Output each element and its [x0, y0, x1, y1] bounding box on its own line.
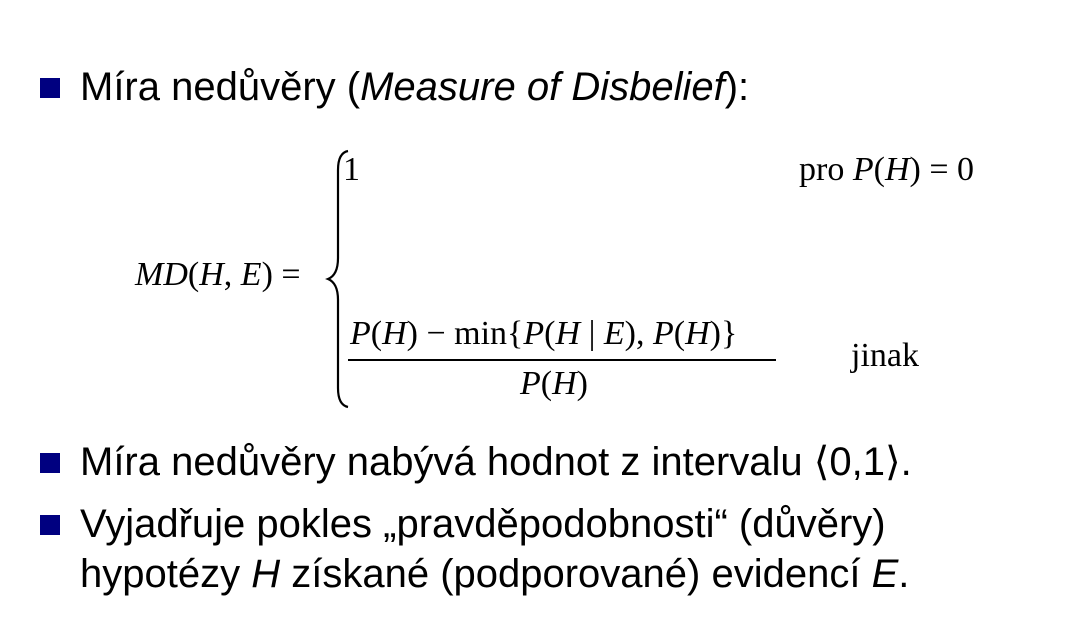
- case1-condition: pro P(H) = 0: [799, 151, 974, 189]
- lhs-h: H: [199, 256, 224, 293]
- num-po1: (: [370, 315, 383, 352]
- num-po2: (: [544, 315, 556, 352]
- num-p2: P: [523, 315, 545, 352]
- formula-lhs: MD(H, E) =: [135, 256, 301, 294]
- num-min: ) − min{: [406, 315, 524, 352]
- lhs-e: E: [240, 256, 262, 293]
- bullet-text-interval: Míra nedůvěry nabývá hodnot z intervalu …: [80, 440, 912, 484]
- num-h2: H: [555, 315, 581, 352]
- num-p3: P: [652, 315, 674, 352]
- num-pc2: ),: [624, 315, 653, 352]
- case1-p: P: [852, 151, 874, 188]
- num-h3: H: [685, 315, 710, 352]
- case1-value: 1: [343, 151, 360, 188]
- den-po: (: [540, 365, 553, 402]
- bullet1-italic-term: Measure of Disbelief: [360, 65, 725, 109]
- fraction-numerator: P(H) − min{P(H | E), P(H)}: [350, 315, 737, 353]
- line2-a: hypotézy: [80, 552, 252, 596]
- num-e: E: [603, 315, 625, 352]
- lhs-close-eq: ) =: [261, 256, 301, 293]
- bullet1-suffix: ):: [724, 65, 750, 109]
- bullet-marker: [40, 453, 60, 473]
- line2-h: H: [251, 552, 281, 596]
- bullet-text-decrease-line1: Vyjadřuje pokles „pravděpodobnosti“ (dův…: [80, 502, 886, 546]
- bullet-text-decrease-line2: hypotézy H získané (podporované) evidenc…: [80, 550, 909, 598]
- lhs-paren-open: (: [187, 256, 200, 293]
- case1-h: H: [884, 151, 910, 188]
- bullet1-prefix: Míra nedůvěry (: [80, 65, 361, 109]
- case1-paren: (: [873, 151, 885, 188]
- den-p: P: [520, 365, 541, 402]
- case2-condition: jinak: [851, 337, 919, 374]
- bullet-marker: [40, 78, 60, 98]
- line2-e: E: [871, 552, 899, 596]
- case1-rest: ) = 0: [909, 151, 975, 188]
- bullet-text-measure-of-disbelief: Míra nedůvěry (Measure of Disbelief):: [80, 63, 749, 111]
- num-bar: |: [580, 315, 604, 352]
- fraction-bar: [348, 359, 776, 361]
- num-p1: P: [350, 315, 371, 352]
- den-pc: ): [576, 365, 588, 402]
- num-end: )}: [709, 315, 738, 352]
- fraction-denominator: P(H): [520, 365, 588, 403]
- lhs-comma: ,: [223, 256, 241, 293]
- line2-c: .: [898, 552, 910, 596]
- line2-b: získané (podporované) evidencí: [280, 552, 872, 596]
- num-h1: H: [382, 315, 407, 352]
- slide: { "bullet_color": "#000080", "bullet1": …: [0, 0, 1069, 637]
- bullet-marker: [40, 515, 60, 535]
- num-po3: (: [673, 315, 686, 352]
- md-symbol: MD: [135, 256, 188, 293]
- den-h: H: [552, 365, 577, 402]
- case1-pro: pro: [799, 151, 853, 188]
